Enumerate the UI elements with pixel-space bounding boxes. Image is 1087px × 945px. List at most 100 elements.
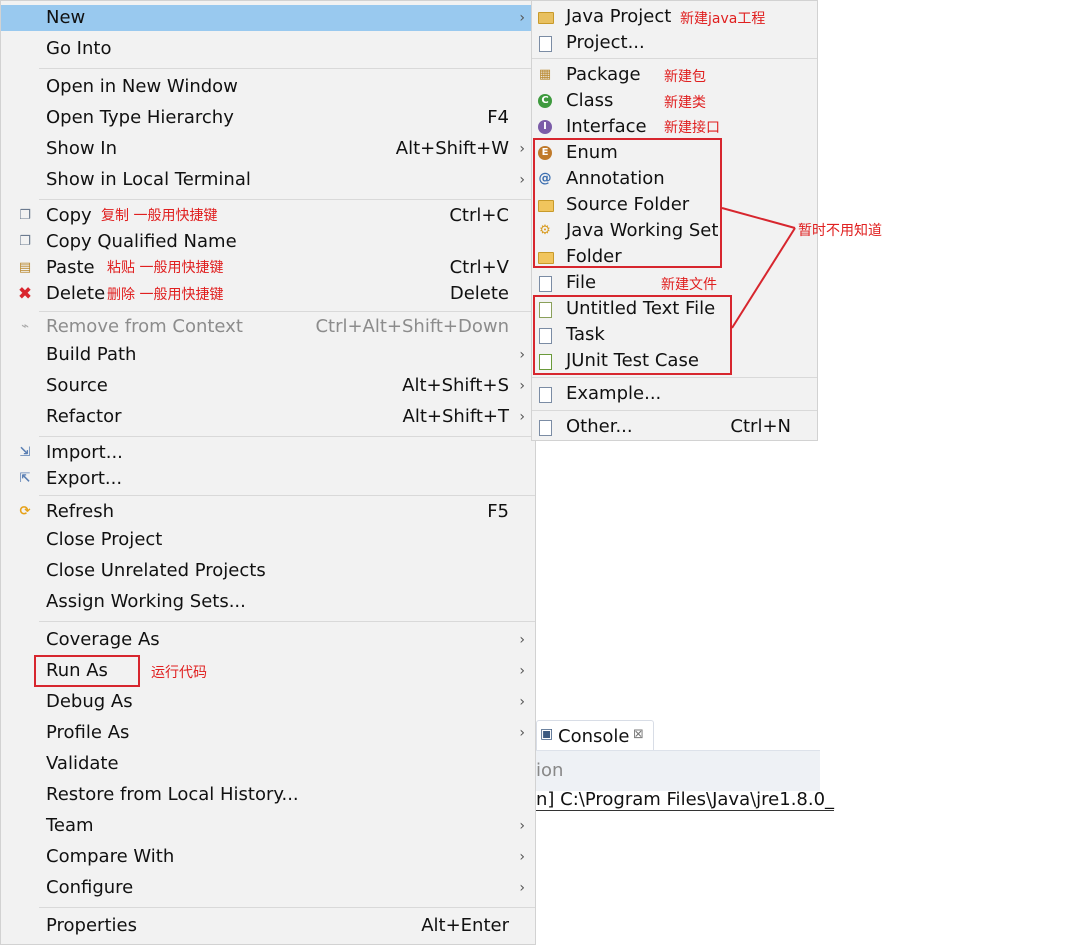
submenu-arrow-icon: › — [519, 172, 525, 188]
menu-separator — [39, 621, 535, 622]
menu-item-label: Coverage As — [46, 629, 160, 650]
annotation-file: 新建文件 — [661, 277, 717, 293]
menu-item-label: Close Project — [46, 529, 163, 550]
menu-item-team[interactable]: Team › — [1, 813, 535, 839]
highlight-box-run-as — [34, 655, 140, 687]
menu-item-profile-as[interactable]: Profile As › — [1, 720, 535, 746]
previous-tab-fragment[interactable]: ion — [536, 760, 563, 781]
view-tab-bar — [536, 750, 820, 791]
submenu-arrow-icon: › — [519, 347, 525, 363]
menu-item-build-path[interactable]: Build Path › — [1, 342, 535, 368]
file-icon — [537, 275, 553, 292]
menu-item-source[interactable]: Source Alt+Shift+S › — [1, 373, 535, 399]
menu-item-label: Restore from Local History... — [46, 784, 299, 805]
menu-item-label: Team — [46, 815, 94, 836]
annotation-copy: 复制 一般用快捷键 — [101, 208, 218, 224]
submenu-arrow-icon: › — [519, 10, 525, 26]
menu-item-assign-working-sets[interactable]: Assign Working Sets... — [1, 589, 535, 615]
highlight-box-group-1 — [533, 138, 722, 268]
menu-item-label: File — [566, 272, 597, 293]
menu-item-close-project[interactable]: Close Project — [1, 527, 535, 553]
menu-item-configure[interactable]: Configure › — [1, 875, 535, 901]
submenu-arrow-icon: › — [519, 818, 525, 834]
menu-item-export[interactable]: ⇱ Export... — [1, 466, 535, 492]
annotation-delete: 删除 一般用快捷键 — [107, 287, 224, 303]
menu-separator — [39, 436, 535, 437]
export-icon: ⇱ — [19, 471, 31, 486]
menu-item-label: Interface — [566, 116, 647, 137]
annotation-unused: 暂时不用知道 — [798, 223, 882, 239]
menu-item-debug-as[interactable]: Debug As › — [1, 689, 535, 715]
menu-item-label: Build Path — [46, 344, 137, 365]
menu-item-label: Open in New Window — [46, 76, 238, 97]
menu-item-label: Assign Working Sets... — [46, 591, 246, 612]
menu-item-compare-with[interactable]: Compare With › — [1, 844, 535, 870]
menu-item-properties[interactable]: Properties Alt+Enter — [1, 913, 535, 939]
menu-item-label: Copy — [46, 205, 92, 226]
menu-item-show-in[interactable]: Show In Alt+Shift+W › — [1, 136, 535, 162]
annotation-class: 新建类 — [664, 95, 706, 111]
submenu-item-java-project[interactable]: Java Project — [532, 4, 817, 30]
annotation-interface: 新建接口 — [664, 120, 720, 136]
menu-item-label: Example... — [566, 383, 662, 404]
close-icon[interactable]: ⊠ — [633, 727, 644, 742]
submenu-item-other[interactable]: Other... Ctrl+N — [532, 414, 817, 440]
menu-separator — [39, 199, 535, 200]
context-menu: New › Go Into Open in New Window Open Ty… — [0, 0, 536, 945]
tab-label: Console — [558, 726, 630, 747]
menu-item-label: Validate — [46, 753, 119, 774]
menu-item-shortcut: Ctrl+C — [449, 205, 509, 226]
menu-item-delete[interactable]: ✖ Delete Delete — [1, 281, 535, 307]
menu-item-copy-qualified-name[interactable]: ❐ Copy Qualified Name — [1, 229, 535, 255]
menu-item-open-new-window[interactable]: Open in New Window — [1, 74, 535, 100]
menu-separator — [39, 311, 535, 312]
menu-item-import[interactable]: ⇲ Import... — [1, 440, 535, 466]
annotation-run-as: 运行代码 — [151, 665, 207, 681]
menu-separator — [532, 58, 817, 59]
menu-item-open-type-hierarchy[interactable]: Open Type Hierarchy F4 — [1, 105, 535, 131]
menu-item-label: Source — [46, 375, 108, 396]
submenu-arrow-icon: › — [519, 632, 525, 648]
menu-item-restore-local-history[interactable]: Restore from Local History... — [1, 782, 535, 808]
menu-item-validate[interactable]: Validate — [1, 751, 535, 777]
submenu-arrow-icon: › — [519, 694, 525, 710]
menu-item-show-in-terminal[interactable]: Show in Local Terminal › — [1, 167, 535, 193]
submenu-item-example[interactable]: Example... — [532, 381, 817, 407]
menu-separator — [39, 907, 535, 908]
menu-item-label: Debug As — [46, 691, 133, 712]
other-icon — [537, 419, 553, 436]
menu-item-shortcut: Alt+Shift+W — [395, 138, 509, 159]
menu-item-label: Remove from Context — [46, 316, 243, 337]
annotation-java-project: 新建java工程 — [680, 11, 766, 27]
menu-item-coverage-as[interactable]: Coverage As › — [1, 627, 535, 653]
console-icon: ▣ — [540, 726, 554, 742]
menu-item-shortcut: Delete — [449, 283, 509, 304]
menu-separator — [39, 68, 535, 69]
menu-separator — [532, 377, 817, 378]
highlight-box-group-2 — [533, 295, 732, 375]
tab-console[interactable]: ▣ Console ⊠ — [536, 720, 654, 754]
menu-separator — [532, 410, 817, 411]
submenu-item-project[interactable]: Project... — [532, 30, 817, 56]
menu-item-new[interactable]: New › — [1, 5, 535, 31]
menu-item-shortcut: F4 — [487, 107, 509, 128]
menu-item-go-into[interactable]: Go Into — [1, 36, 535, 62]
menu-item-shortcut: Alt+Enter — [421, 915, 509, 936]
class-icon: C — [537, 93, 553, 109]
menu-item-label: Import... — [46, 442, 123, 463]
menu-item-label: Delete — [46, 283, 106, 304]
menu-item-copy[interactable]: ❐ Copy Ctrl+C — [1, 203, 535, 229]
menu-item-label: New — [46, 7, 86, 28]
submenu-arrow-icon: › — [519, 141, 525, 157]
menu-item-refactor[interactable]: Refactor Alt+Shift+T › — [1, 404, 535, 430]
menu-item-label: Copy Qualified Name — [46, 231, 237, 252]
menu-item-remove-from-context: ⌁ Remove from Context Ctrl+Alt+Shift+Dow… — [1, 314, 535, 340]
delete-icon: ✖ — [17, 284, 33, 304]
menu-item-paste[interactable]: ▤ Paste Ctrl+V — [1, 255, 535, 281]
menu-item-close-unrelated-projects[interactable]: Close Unrelated Projects — [1, 558, 535, 584]
menu-item-label: Java Project — [566, 6, 672, 27]
package-icon: ▦ — [538, 67, 552, 82]
paste-icon: ▤ — [18, 260, 32, 275]
menu-item-label: Go Into — [46, 38, 112, 59]
menu-item-refresh[interactable]: ⟳ Refresh F5 — [1, 499, 535, 525]
